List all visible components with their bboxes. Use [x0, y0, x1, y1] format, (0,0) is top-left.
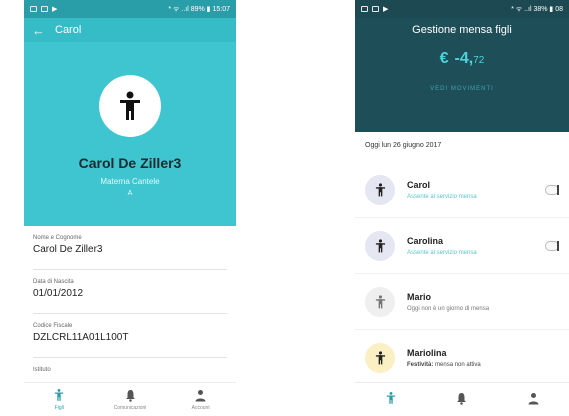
field-label: Nome e Cognome — [33, 235, 82, 241]
nav-label: Figli — [54, 405, 64, 411]
holiday-text: mensa non attiva — [435, 361, 481, 368]
bell-icon — [125, 389, 135, 402]
image-icon — [30, 6, 37, 12]
list-item-text: Mariolina Festività: mensa non attiva — [407, 348, 559, 368]
person-icon — [195, 389, 206, 401]
nav-label: Account — [191, 404, 210, 411]
child-icon — [375, 350, 385, 364]
view-movements-link[interactable]: VEDI MOVIMENTI — [430, 86, 494, 92]
school-name: Materna Cantele — [100, 177, 160, 186]
bottom-navigation — [355, 382, 569, 416]
list-item-text: Mario Oggi non è un giorno di mensa — [407, 292, 559, 312]
avatar — [365, 174, 395, 205]
child-name: Carol De Ziller3 — [78, 155, 182, 171]
currency-symbol: € — [439, 50, 449, 67]
child-icon — [120, 91, 140, 120]
holiday-label: Festività: — [407, 361, 434, 368]
child-status: Assente al servizio mensa — [407, 249, 477, 256]
app-bar-title: Carol — [55, 24, 82, 36]
canteen-management-screen: ▶ * ᯤ ..ıl 38% ▮ 08 Gestione mensa figli… — [355, 0, 569, 416]
field-birth-date: Data di Nascita 01/01/2012 — [33, 270, 227, 314]
attendance-toggle[interactable] — [545, 184, 559, 195]
status-left-icons: ▶ — [30, 5, 57, 13]
list-item-text: Carolina Assente al servizio mensa — [407, 236, 545, 256]
amount-main: -4, — [454, 50, 474, 67]
avatar — [99, 75, 161, 137]
avatar — [365, 230, 395, 261]
child-icon — [386, 391, 395, 404]
field-label: Data di Nascita — [33, 279, 74, 285]
profile-header: Carol De Ziller3 Materna Cantele A — [24, 42, 236, 226]
field-tax-code: Codice Fiscale DZLCRL11A01L100T — [33, 314, 227, 358]
list-item[interactable]: Mario Oggi non è un giorno di mensa — [355, 274, 569, 330]
notification-icon — [372, 6, 379, 12]
field-value: DZLCRL11A01L100T — [33, 332, 129, 343]
status-right: * ᯤ ..ıl 38% ▮ 08 — [511, 5, 563, 13]
nav-item-figli[interactable] — [355, 383, 426, 416]
status-bar: ▶ * ᯤ ..ıl 38% ▮ 08 — [355, 0, 569, 18]
field-label: Istituto — [33, 367, 51, 373]
child-name: Carolina — [407, 235, 444, 246]
page-title: Gestione mensa figli — [412, 24, 512, 36]
status-left-icons: ▶ — [361, 5, 388, 13]
child-icon — [375, 294, 385, 308]
balance-header: Gestione mensa figli € -4,72 VEDI MOVIMEN… — [355, 18, 569, 132]
image-icon — [361, 6, 368, 12]
child-name: Mariolina — [407, 347, 447, 358]
list-item[interactable]: Carol Assente al servizio mensa — [355, 162, 569, 218]
nav-item-figli[interactable]: Figli — [24, 383, 95, 416]
field-value: 01/01/2012 — [33, 288, 84, 299]
child-name: Carol — [407, 179, 431, 190]
play-icon: ▶ — [383, 6, 389, 13]
field-institute: Istituto — [33, 358, 227, 380]
field-value: Carol De Ziller3 — [33, 244, 103, 255]
field-full-name: Nome e Cognome Carol De Ziller3 — [33, 226, 227, 270]
child-icon — [55, 388, 64, 401]
current-date: Oggi lun 26 giugno 2017 — [365, 142, 442, 149]
status-bar: ▶ * ᯤ ..ıl 89% ▮ 15:07 — [24, 0, 236, 18]
child-name: Mario — [407, 291, 432, 302]
status-right: * ᯤ ..ıl 89% ▮ 15:07 — [168, 5, 230, 13]
list-item[interactable]: Carolina Assente al servizio mensa — [355, 218, 569, 274]
nav-item-account[interactable]: Account — [165, 383, 236, 416]
bottom-navigation: Figli Comunicazioni Account — [24, 382, 236, 416]
class-section: A — [127, 190, 133, 197]
attendance-toggle[interactable] — [545, 240, 559, 251]
avatar — [365, 286, 395, 317]
avatar — [365, 342, 395, 373]
nav-item-account[interactable] — [498, 383, 569, 416]
field-label: Codice Fiscale — [33, 323, 73, 329]
child-icon — [375, 238, 385, 252]
person-icon — [528, 392, 539, 404]
nav-label: Comunicazioni — [113, 404, 147, 411]
list-item[interactable]: Mariolina Festività: mensa non attiva — [355, 330, 569, 386]
child-status: Festività: mensa non attiva — [407, 362, 559, 368]
list-item-text: Carol Assente al servizio mensa — [407, 180, 545, 200]
arrow-back-icon[interactable]: ← — [32, 23, 45, 38]
child-detail-screen: ▶ * ᯤ ..ıl 89% ▮ 15:07 ← Carol Carol De … — [24, 0, 236, 416]
details-list: Nome e Cognome Carol De Ziller3 Data di … — [24, 226, 236, 380]
play-icon: ▶ — [52, 6, 58, 13]
bell-icon — [457, 392, 467, 405]
notification-icon — [41, 6, 48, 12]
child-status: Oggi non è un giorno di mensa — [407, 305, 490, 312]
nav-item-comunicazioni[interactable] — [426, 383, 497, 416]
balance-amount: € -4,72 — [440, 50, 485, 68]
amount-cents: 72 — [473, 55, 485, 66]
child-icon — [375, 182, 385, 196]
child-status: Assente al servizio mensa — [407, 193, 477, 200]
app-bar: ← Carol — [24, 18, 236, 42]
nav-item-comunicazioni[interactable]: Comunicazioni — [95, 383, 166, 416]
